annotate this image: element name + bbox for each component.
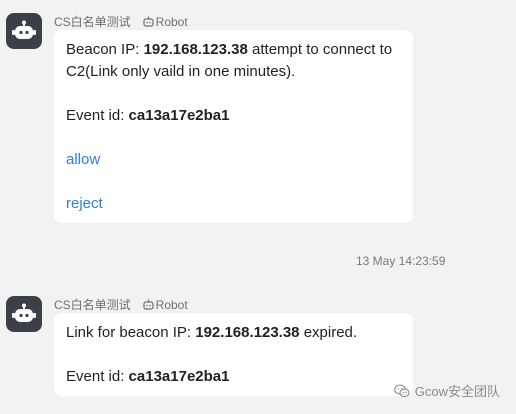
event-line: Event id: ca13a17e2ba1 — [66, 366, 401, 388]
beacon-ip: 192.168.123.38 — [143, 41, 248, 58]
robot-badge-icon — [143, 299, 154, 310]
robot-avatar-icon — [12, 303, 36, 322]
message-bubble: Beacon IP: 192.168.123.38 attempt to con… — [54, 30, 413, 223]
robot-badge: Robot — [143, 298, 188, 312]
robot-avatar[interactable] — [6, 296, 42, 332]
robot-badge-icon — [143, 16, 154, 27]
text-suffix: expired. — [299, 324, 358, 341]
robot-avatar-icon — [12, 20, 36, 39]
text-prefix: Beacon IP: — [66, 41, 144, 58]
text-prefix: Link for beacon IP: — [66, 324, 196, 341]
reject-link[interactable]: reject — [66, 195, 103, 212]
sender-name[interactable]: CS白名单测试 — [54, 13, 131, 30]
message-timestamp: 13 May 14:23:59 — [356, 254, 446, 268]
allow-link[interactable]: allow — [66, 151, 100, 168]
event-label: Event id: — [66, 368, 129, 385]
wechat-icon — [393, 383, 410, 397]
robot-badge-label: Robot — [155, 14, 188, 29]
robot-badge: Robot — [143, 15, 188, 29]
event-line: Event id: ca13a17e2ba1 — [66, 105, 401, 127]
event-id: ca13a17e2ba1 — [128, 368, 230, 385]
event-id: ca13a17e2ba1 — [128, 107, 230, 124]
sender-header: CS白名单测试 Robot — [54, 296, 188, 313]
sender-header: CS白名单测试 Robot — [54, 13, 188, 30]
message-text: Link for beacon IP: 192.168.123.38 expir… — [66, 322, 401, 344]
robot-avatar[interactable] — [6, 13, 42, 49]
sender-name[interactable]: CS白名单测试 — [54, 296, 131, 313]
watermark-text: Gcow安全团队 — [414, 384, 500, 399]
message-text: Beacon IP: 192.168.123.38 attempt to con… — [66, 39, 401, 83]
message-bubble: Link for beacon IP: 192.168.123.38 expir… — [54, 313, 413, 396]
robot-badge-label: Robot — [155, 297, 188, 312]
watermark: Gcow安全团队 — [393, 381, 500, 400]
event-label: Event id: — [66, 107, 129, 124]
beacon-ip: 192.168.123.38 — [195, 324, 300, 341]
